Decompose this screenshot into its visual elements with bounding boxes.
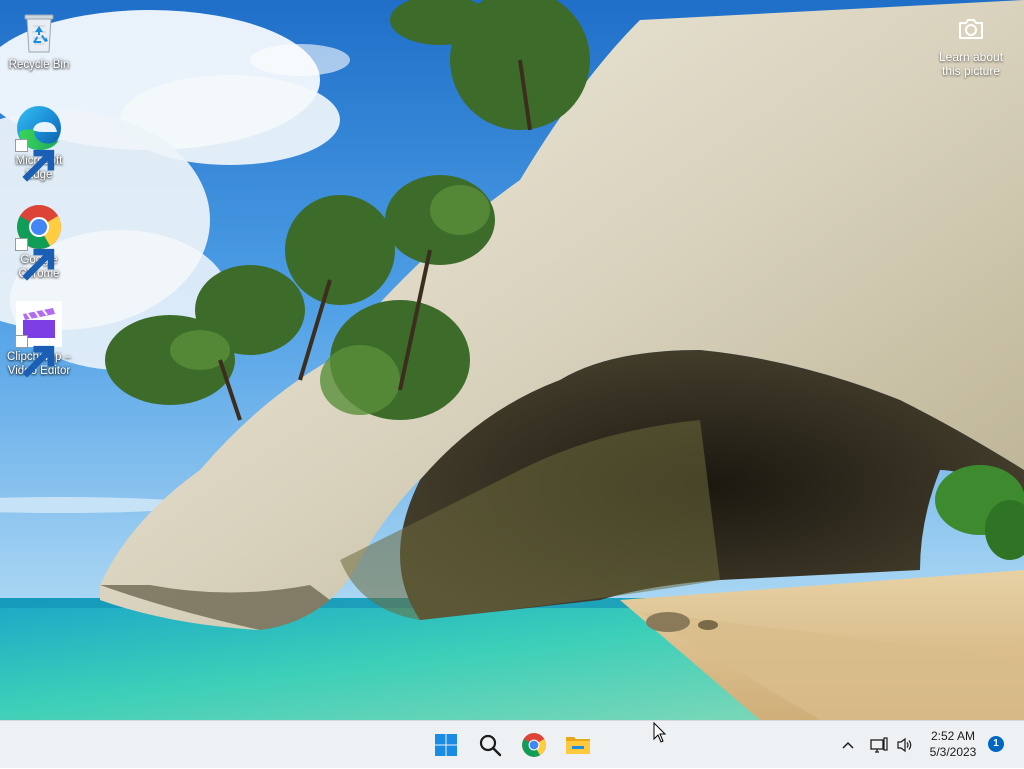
clipchamp-icon: [15, 300, 63, 378]
speaker-icon: [897, 737, 912, 753]
notification-badge[interactable]: 1: [988, 736, 1004, 752]
camera-icon: [956, 14, 986, 44]
learn-about-picture-label: Learn about this picture: [938, 50, 1004, 78]
volume-button[interactable]: [894, 721, 916, 769]
clock-time: 2:52 AM: [930, 729, 976, 743]
shortcut-arrow-icon: [15, 139, 55, 182]
desktop-icon-microsoft-edge[interactable]: Microsoft Edge: [1, 104, 77, 182]
file-explorer-button[interactable]: [560, 727, 596, 763]
taskbar-clock[interactable]: 2:52 AM 5/3/2023: [920, 728, 986, 760]
desktop-icon-google-chrome[interactable]: Google Chrome: [1, 203, 77, 281]
network-button[interactable]: [868, 721, 890, 769]
chrome-icon: [522, 733, 546, 757]
tray-overflow-button[interactable]: [838, 721, 858, 769]
shortcut-arrow-icon: [15, 238, 55, 281]
desktop-icon-label: Recycle Bin: [8, 59, 70, 71]
network-icon: [870, 737, 888, 753]
start-button[interactable]: [428, 727, 464, 763]
recycle-bin-icon: [15, 8, 63, 56]
file-explorer-icon: [566, 737, 590, 754]
desktop[interactable]: Recycle Bin Microsoft Edge Google Chrome…: [0, 0, 1024, 720]
windows-start-icon: [435, 734, 457, 756]
search-icon: [479, 734, 502, 757]
chrome-icon: [15, 203, 63, 281]
edge-icon: [15, 104, 63, 182]
desktop-icon-clipchamp[interactable]: Clipchamp – Video Editor: [1, 300, 77, 378]
wallpaper-image: [0, 0, 1024, 720]
chevron-up-icon: [842, 741, 854, 749]
taskbar-chrome-button[interactable]: [516, 727, 552, 763]
taskbar: 2:52 AM 5/3/2023: [0, 720, 1024, 768]
desktop-icon-recycle-bin[interactable]: Recycle Bin: [1, 8, 77, 72]
learn-about-picture[interactable]: Learn about this picture: [928, 14, 1014, 78]
search-button[interactable]: [472, 727, 508, 763]
clock-date: 5/3/2023: [929, 745, 977, 759]
mouse-cursor-icon: [653, 722, 667, 743]
shortcut-arrow-icon: [15, 335, 55, 378]
